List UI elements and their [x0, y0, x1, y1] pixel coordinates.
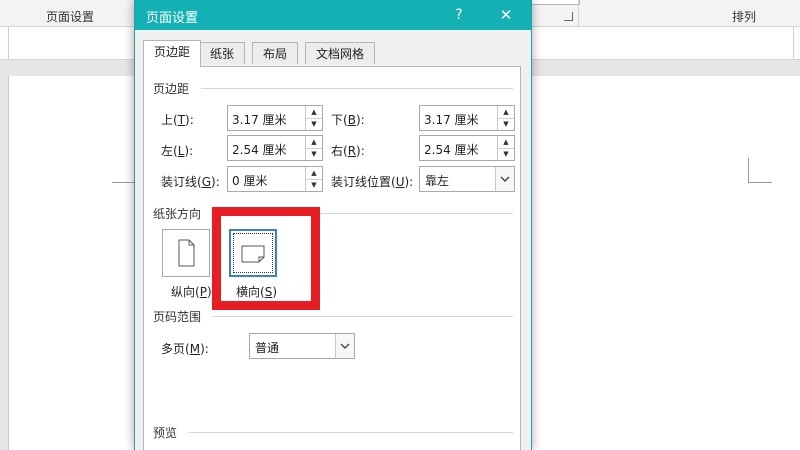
landscape-label: 横向(S)	[236, 285, 278, 299]
multiple-pages-value: 普通	[255, 341, 280, 355]
ribbon-group-arrange-label: 排列	[732, 10, 757, 24]
tab-layout[interactable]: 布局	[252, 42, 299, 64]
top-margin-input[interactable]	[230, 109, 306, 129]
bottom-margin-label: 下(B):	[331, 113, 365, 127]
gutter-position-label: 装订线位置(U):	[331, 175, 414, 189]
orientation-section-divider	[213, 213, 513, 214]
top-margin-down-icon[interactable]: ▼	[306, 118, 322, 130]
tab-margins[interactable]: 页边距	[143, 40, 202, 67]
gutter-position-select[interactable]: 靠左	[419, 166, 515, 192]
right-margin-down-icon[interactable]: ▼	[498, 148, 514, 160]
margin-mark-right	[748, 158, 749, 182]
left-margin-label: 左(L):	[161, 144, 194, 158]
margin-mark-right-horizontal	[748, 182, 772, 183]
margins-section-label: 页边距	[153, 82, 190, 96]
margins-section-divider	[201, 88, 513, 89]
orientation-section-label: 纸张方向	[153, 207, 202, 221]
dialog-tabs: 页边距 纸张 布局 文档网格	[143, 40, 521, 67]
tab-paper[interactable]: 纸张	[199, 42, 246, 64]
multiple-pages-select[interactable]: 普通	[249, 333, 355, 359]
portrait-label: 纵向(P)	[171, 285, 212, 299]
bottom-margin-down-icon[interactable]: ▼	[498, 118, 514, 130]
dialog-titlebar[interactable]: 页面设置 ? ✕	[135, 0, 531, 30]
margin-mark-left	[112, 182, 136, 183]
top-margin-label: 上(T):	[161, 113, 194, 127]
portrait-button[interactable]	[162, 229, 210, 277]
landscape-page-icon	[241, 245, 265, 263]
gutter-down-icon[interactable]: ▼	[306, 179, 322, 191]
preview-section-divider	[189, 432, 513, 433]
ribbon-separator	[578, 0, 579, 26]
preview-section-label: 预览	[153, 426, 178, 440]
dialog-launcher-icon[interactable]	[564, 12, 573, 21]
chevron-down-icon[interactable]	[335, 334, 354, 358]
gutter-spinner[interactable]: ▲▼	[227, 166, 323, 192]
bottom-margin-input[interactable]	[422, 109, 498, 129]
left-margin-down-icon[interactable]: ▼	[306, 148, 322, 160]
ribbon-group-page-setup-label: 页面设置	[46, 10, 95, 24]
dialog-title: 页面设置	[146, 11, 199, 26]
right-margin-label: 右(R):	[331, 144, 365, 158]
pages-section-divider	[213, 316, 513, 317]
bottom-margin-spinner[interactable]: ▲▼	[419, 105, 515, 131]
left-margin-spinner[interactable]: ▲▼	[227, 135, 323, 161]
chevron-down-icon[interactable]	[495, 167, 514, 191]
pages-section-label: 页码范围	[153, 310, 202, 324]
right-margin-spinner[interactable]: ▲▼	[419, 135, 515, 161]
landscape-button[interactable]	[229, 229, 277, 277]
ribbon-control-box	[530, 0, 580, 5]
page-setup-dialog: 页面设置 ? ✕ 页边距 纸张 布局 文档网格 页边距 上(T): ▲▼ 下(B…	[134, 0, 532, 450]
multiple-pages-label: 多页(M):	[161, 342, 209, 356]
left-margin-input[interactable]	[230, 139, 306, 159]
tab-document-grid[interactable]: 文档网格	[305, 42, 376, 64]
gutter-input[interactable]	[230, 170, 306, 190]
portrait-page-icon	[178, 239, 195, 267]
gutter-position-value: 靠左	[425, 174, 450, 188]
right-margin-input[interactable]	[422, 139, 498, 159]
gutter-label: 装订线(G):	[161, 175, 220, 189]
close-button[interactable]: ✕	[491, 3, 521, 27]
help-button[interactable]: ?	[447, 3, 471, 27]
top-margin-spinner[interactable]: ▲▼	[227, 105, 323, 131]
